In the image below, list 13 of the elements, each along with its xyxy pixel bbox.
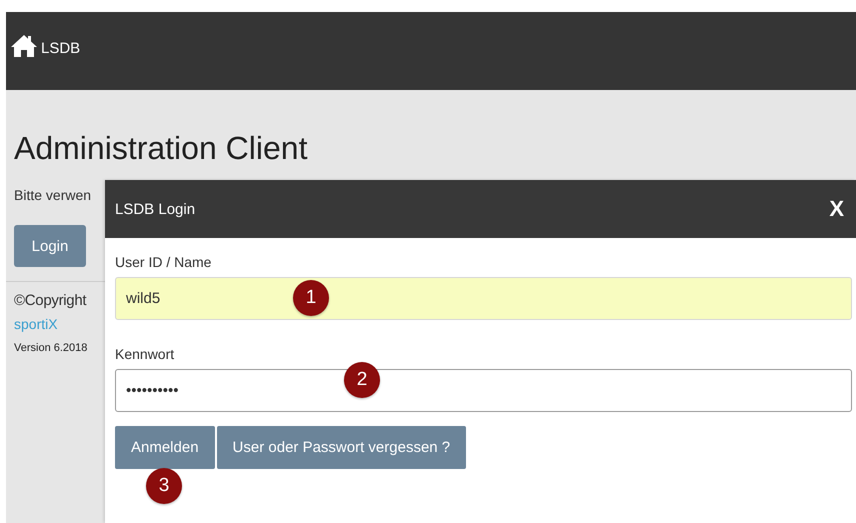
copyright-text: ©Copyright bbox=[14, 292, 86, 309]
dialog-title: LSDB Login bbox=[115, 200, 196, 218]
intro-text: Bitte verwen bbox=[14, 187, 92, 203]
submit-button[interactable]: Anmelden bbox=[115, 426, 215, 469]
field-label: User ID / Name bbox=[115, 254, 212, 270]
forgot-button[interactable]: User oder Passwort vergessen ? bbox=[216, 426, 466, 469]
version-text: Version 6.2018 bbox=[14, 342, 88, 354]
home-icon bbox=[10, 34, 38, 58]
field-label: Kennwort bbox=[115, 346, 176, 362]
brand-link[interactable]: LSDB bbox=[41, 40, 80, 57]
login-button[interactable]: Login bbox=[14, 225, 86, 267]
page-heading: Administration Client bbox=[14, 130, 308, 167]
close-button[interactable]: X bbox=[829, 196, 844, 222]
